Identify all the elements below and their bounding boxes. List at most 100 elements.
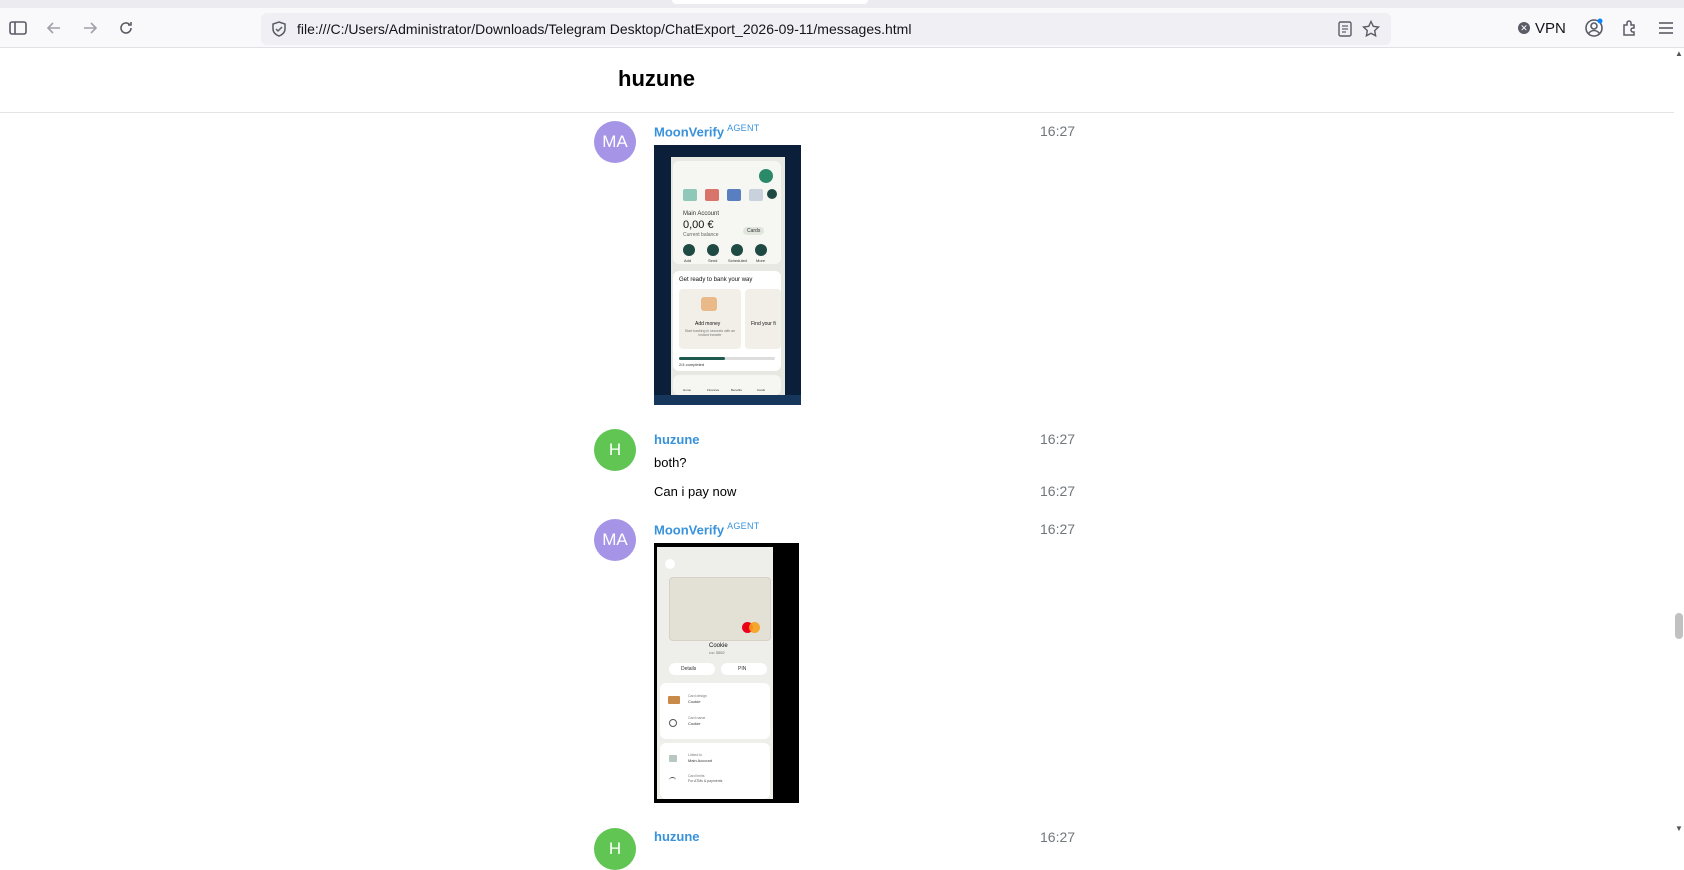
bottom-nav: Home Finances Benefits Cards [673, 375, 781, 395]
vpn-off-icon: ✕ [1518, 22, 1530, 34]
card-image [669, 577, 771, 641]
back-icon[interactable] [40, 14, 68, 42]
message-sender[interactable]: MoonVerify AGENT [654, 123, 760, 139]
more-icon [755, 244, 767, 256]
message-time: 16:27 [1040, 123, 1076, 139]
tile-icon [727, 189, 741, 201]
scroll-up-icon[interactable]: ▲ [1675, 50, 1683, 58]
message-sender[interactable]: huzune [654, 432, 700, 447]
card-number: •••• 3002 [709, 650, 725, 655]
account-icon[interactable] [1580, 14, 1608, 42]
menu-icon[interactable] [1652, 14, 1680, 42]
avatar-initials: H [608, 839, 622, 858]
reload-icon[interactable] [112, 14, 140, 42]
promo-title: Get ready to bank your way [679, 277, 753, 283]
action-label: Add [684, 258, 692, 263]
row-label: Card limits [688, 774, 705, 778]
nav-label: Finances [707, 388, 720, 392]
sender-name: MoonVerify [654, 124, 725, 140]
profile-icon [759, 169, 773, 183]
reader-view-icon[interactable] [1335, 19, 1355, 39]
plus-icon [767, 189, 777, 199]
phone-footer [654, 395, 801, 405]
message-text: Can i pay now [654, 484, 737, 499]
promo-tile-title: Add money [695, 321, 721, 327]
scrollbar-track[interactable] [1674, 48, 1684, 835]
details-label: Details [681, 666, 697, 672]
active-tab[interactable] [672, 0, 868, 4]
account-label: Main Account [683, 211, 720, 217]
promo-tile-title: Find your fi [751, 321, 776, 327]
shield-icon[interactable] [269, 19, 289, 39]
cards-chip: Cards [743, 227, 765, 235]
row-value: For ATMs & payments [688, 779, 723, 783]
card-settings: Card design Cookie Card name Cookie [660, 683, 770, 739]
action-label: Scheduled [728, 258, 747, 263]
row-value: Cookie [688, 721, 701, 726]
tab-strip [0, 0, 1684, 8]
vpn-label: VPN [1535, 19, 1566, 37]
sidebar-toggle-icon[interactable] [4, 14, 32, 42]
balance: 0,00 € [683, 219, 714, 231]
vpn-button[interactable]: ✕ VPN [1518, 17, 1566, 39]
message-time: 16:27 [1040, 431, 1076, 447]
chat-header: huzune [0, 48, 1674, 113]
row-value: Main Account [688, 758, 713, 763]
bank-icon [669, 755, 677, 762]
message-sender[interactable]: MoonVerify AGENT [654, 521, 760, 537]
bookmark-star-icon[interactable] [1361, 19, 1381, 39]
progress-fill [679, 357, 726, 360]
browser-toolbar: file:///C:/Users/Administrator/Downloads… [0, 0, 1684, 48]
avatar-initials: H [608, 440, 622, 459]
mastercard-icon [749, 622, 760, 633]
scrollbar-thumb[interactable] [1675, 613, 1683, 639]
promo-tile: Add money Start banking in seconds with … [679, 289, 741, 349]
avatar-initials: MA [602, 530, 628, 549]
photo-attachment[interactable]: Main Account 0,00 € Current balance Card… [654, 145, 801, 405]
message-time: 16:27 [1040, 829, 1076, 845]
avatar[interactable]: H [594, 429, 636, 471]
pin-button: PIN [721, 663, 767, 675]
message-sender[interactable]: huzune [654, 829, 700, 844]
illustration [701, 297, 717, 311]
agent-badge: AGENT [727, 123, 760, 133]
message-time: 16:27 [1040, 521, 1076, 537]
forward-icon[interactable] [76, 14, 104, 42]
row-label: Card design [688, 694, 707, 698]
pin-label: PIN [738, 666, 747, 672]
scroll-down-icon[interactable]: ▼ [1675, 825, 1683, 833]
tile-icon [705, 189, 719, 201]
balance-caption: Current balance [683, 232, 719, 238]
send-icon [707, 244, 719, 256]
avatar[interactable]: MA [594, 519, 636, 561]
avatar-initials: MA [602, 132, 628, 151]
scheduled-icon [731, 244, 743, 256]
promo-tile: Find your fi [745, 289, 781, 349]
promo-card: Get ready to bank your way Add money Sta… [673, 271, 781, 371]
action-label: More [756, 258, 766, 263]
url-text[interactable]: file:///C:/Users/Administrator/Downloads… [297, 21, 911, 37]
avatar[interactable]: H [594, 828, 636, 870]
eye-icon [669, 719, 677, 727]
card-design-icon [668, 696, 680, 704]
photo-attachment[interactable]: Cookie •••• 3002 Details PIN Card design… [654, 543, 799, 803]
card-name: Cookie [709, 643, 728, 649]
nav-label: Cards [757, 388, 766, 392]
row-label: Card name [688, 716, 706, 720]
account-card: Main Account 0,00 € Current balance Card… [673, 161, 781, 264]
phone-screen: Cookie •••• 3002 Details PIN Card design… [657, 547, 773, 799]
extensions-icon[interactable] [1616, 14, 1644, 42]
promo-tile-text: Start banking in seconds with an instant… [684, 329, 736, 337]
nav-label: Benefits [731, 388, 742, 392]
tile-icon [683, 189, 697, 201]
url-bar[interactable]: file:///C:/Users/Administrator/Downloads… [261, 13, 1391, 45]
progress-track [679, 357, 775, 360]
avatar[interactable]: MA [594, 121, 636, 163]
tile-icon [749, 189, 763, 201]
details-button: Details [669, 663, 715, 675]
page-title: huzune [618, 66, 695, 91]
action-label: Send [708, 258, 718, 263]
gauge-icon [669, 777, 676, 783]
row-label: Linked to [688, 753, 703, 757]
nav-label: Home [683, 388, 692, 392]
